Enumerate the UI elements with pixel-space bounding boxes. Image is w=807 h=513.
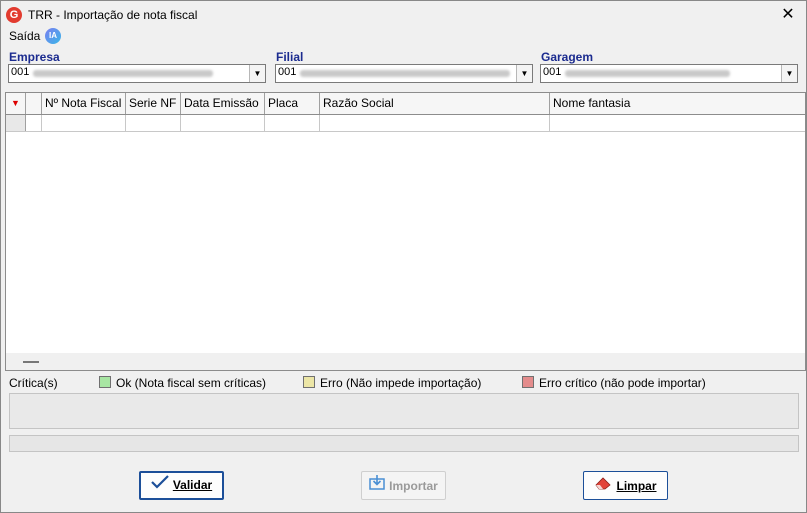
title-bar: G TRR - Importação de nota fiscal ✕ [1, 1, 806, 29]
filter-dropdown-icon[interactable]: ▼ [6, 93, 26, 114]
chevron-down-icon[interactable]: ▼ [781, 65, 797, 82]
col-header-serie-nf[interactable]: Serie NF [126, 93, 181, 114]
criticas-label: Crítica(s) [9, 376, 58, 390]
validar-button[interactable]: Validar [139, 471, 224, 500]
row-select-header[interactable] [26, 93, 42, 114]
table-cell[interactable] [181, 115, 265, 131]
import-icon [369, 472, 385, 501]
notas-grid[interactable]: ▼ Nº Nota Fiscal Serie NF Data Emissão P… [5, 92, 806, 371]
validar-label: Validar [172, 478, 213, 492]
filial-redacted-text [300, 70, 510, 77]
grid-footer-dash [23, 361, 39, 363]
table-cell[interactable] [126, 115, 181, 131]
table-cell[interactable] [26, 115, 42, 131]
progress-bar [9, 435, 799, 452]
window-title: TRR - Importação de nota fiscal [28, 8, 198, 22]
menu-saida[interactable]: Saída [9, 29, 40, 43]
critico-swatch [522, 376, 534, 388]
table-cell[interactable] [42, 115, 126, 131]
limpar-button[interactable]: Limpar [583, 471, 668, 500]
empresa-value: 001 [11, 66, 30, 78]
chevron-down-icon[interactable]: ▼ [249, 65, 265, 82]
checkmark-icon [151, 473, 169, 498]
legend-erro: Erro (Não impede importação) [303, 376, 481, 390]
importar-label: Importar [389, 479, 438, 493]
close-button[interactable]: ✕ [770, 1, 806, 29]
legend-critico-label: Erro crítico (não pode importar) [539, 376, 706, 390]
garagem-value: 001 [543, 66, 562, 78]
legend-erro-label: Erro (Não impede importação) [320, 376, 482, 390]
app-logo-icon: G [6, 7, 22, 23]
ia-assistant-icon[interactable]: IA [45, 28, 61, 44]
row-indicator[interactable] [6, 115, 26, 131]
empresa-label: Empresa [9, 50, 60, 64]
table-cell[interactable] [320, 115, 550, 131]
limpar-label: Limpar [616, 479, 657, 493]
garagem-redacted-text [565, 70, 730, 77]
chevron-down-icon[interactable]: ▼ [516, 65, 532, 82]
dialog-window: G TRR - Importação de nota fiscal ✕ Saíd… [0, 0, 807, 513]
empresa-combo[interactable]: 001 ▼ [8, 64, 266, 83]
filial-label: Filial [276, 50, 304, 64]
table-cell[interactable] [550, 115, 805, 131]
table-row[interactable] [6, 115, 805, 132]
garagem-label: Garagem [541, 50, 594, 64]
col-header-placa[interactable]: Placa [265, 93, 320, 114]
ok-swatch [99, 376, 111, 388]
table-cell[interactable] [265, 115, 320, 131]
filial-combo[interactable]: 001 ▼ [275, 64, 533, 83]
col-header-nota-fiscal[interactable]: Nº Nota Fiscal [42, 93, 126, 114]
legend-ok-label: Ok (Nota fiscal sem críticas) [116, 376, 267, 390]
grid-header: ▼ Nº Nota Fiscal Serie NF Data Emissão P… [6, 93, 805, 115]
garagem-combo[interactable]: 001 ▼ [540, 64, 798, 83]
erro-swatch [303, 376, 315, 388]
col-header-nome-fantasia[interactable]: Nome fantasia [550, 93, 805, 114]
importar-button[interactable]: Importar [361, 471, 446, 500]
filial-value: 001 [278, 66, 297, 78]
eraser-icon [594, 472, 612, 501]
grid-footer [6, 353, 805, 370]
col-header-razao-social[interactable]: Razão Social [320, 93, 550, 114]
legend-critico: Erro crítico (não pode importar) [522, 376, 706, 390]
col-header-data-emissao[interactable]: Data Emissão [181, 93, 265, 114]
empresa-redacted-text [33, 70, 213, 77]
criticas-panel [9, 393, 799, 429]
legend-ok: Ok (Nota fiscal sem críticas) [99, 376, 266, 390]
